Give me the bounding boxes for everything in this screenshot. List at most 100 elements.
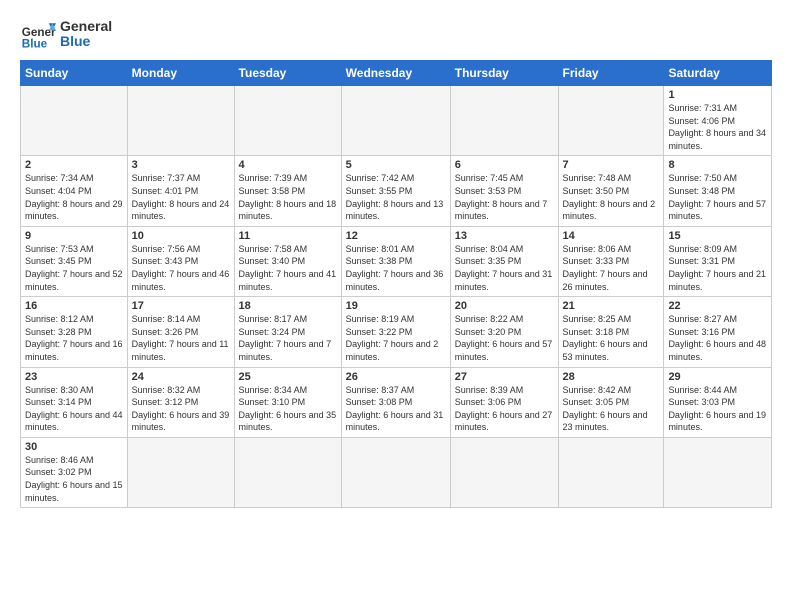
calendar-cell: 5Sunrise: 7:42 AM Sunset: 3:55 PM Daylig… (341, 156, 450, 226)
day-number: 7 (563, 159, 660, 171)
day-number: 28 (563, 371, 660, 383)
col-header-sunday: Sunday (21, 61, 128, 86)
logo: General Blue General Blue (20, 16, 112, 52)
calendar-cell: 14Sunrise: 8:06 AM Sunset: 3:33 PM Dayli… (558, 226, 664, 296)
svg-text:Blue: Blue (22, 38, 48, 51)
day-number: 19 (346, 300, 446, 312)
calendar-cell: 7Sunrise: 7:48 AM Sunset: 3:50 PM Daylig… (558, 156, 664, 226)
day-number: 11 (239, 230, 337, 242)
calendar-cell: 2Sunrise: 7:34 AM Sunset: 4:04 PM Daylig… (21, 156, 128, 226)
calendar-cell: 19Sunrise: 8:19 AM Sunset: 3:22 PM Dayli… (341, 297, 450, 367)
calendar-cell: 22Sunrise: 8:27 AM Sunset: 3:16 PM Dayli… (664, 297, 772, 367)
calendar-cell (21, 86, 128, 156)
logo-general-text: General (60, 19, 112, 34)
calendar-cell (664, 437, 772, 507)
day-number: 12 (346, 230, 446, 242)
calendar-cell (341, 437, 450, 507)
calendar-cell (558, 86, 664, 156)
day-info: Sunrise: 8:30 AM Sunset: 3:14 PM Dayligh… (25, 384, 123, 434)
col-header-tuesday: Tuesday (234, 61, 341, 86)
day-number: 9 (25, 230, 123, 242)
calendar-cell: 10Sunrise: 7:56 AM Sunset: 3:43 PM Dayli… (127, 226, 234, 296)
day-number: 17 (132, 300, 230, 312)
day-info: Sunrise: 8:25 AM Sunset: 3:18 PM Dayligh… (563, 313, 660, 363)
calendar-cell: 18Sunrise: 8:17 AM Sunset: 3:24 PM Dayli… (234, 297, 341, 367)
calendar-cell (127, 437, 234, 507)
calendar-cell: 25Sunrise: 8:34 AM Sunset: 3:10 PM Dayli… (234, 367, 341, 437)
calendar-cell (341, 86, 450, 156)
day-number: 2 (25, 159, 123, 171)
calendar-cell: 30Sunrise: 8:46 AM Sunset: 3:02 PM Dayli… (21, 437, 128, 507)
day-info: Sunrise: 8:42 AM Sunset: 3:05 PM Dayligh… (563, 384, 660, 434)
day-info: Sunrise: 7:58 AM Sunset: 3:40 PM Dayligh… (239, 243, 337, 293)
calendar-cell: 3Sunrise: 7:37 AM Sunset: 4:01 PM Daylig… (127, 156, 234, 226)
day-number: 14 (563, 230, 660, 242)
day-number: 24 (132, 371, 230, 383)
day-number: 23 (25, 371, 123, 383)
calendar-cell: 26Sunrise: 8:37 AM Sunset: 3:08 PM Dayli… (341, 367, 450, 437)
day-info: Sunrise: 7:34 AM Sunset: 4:04 PM Dayligh… (25, 172, 123, 222)
day-info: Sunrise: 7:31 AM Sunset: 4:06 PM Dayligh… (668, 102, 767, 152)
day-number: 30 (25, 441, 123, 453)
day-info: Sunrise: 7:37 AM Sunset: 4:01 PM Dayligh… (132, 172, 230, 222)
calendar-cell: 12Sunrise: 8:01 AM Sunset: 3:38 PM Dayli… (341, 226, 450, 296)
calendar-cell: 9Sunrise: 7:53 AM Sunset: 3:45 PM Daylig… (21, 226, 128, 296)
calendar-cell (234, 437, 341, 507)
col-header-monday: Monday (127, 61, 234, 86)
day-info: Sunrise: 8:44 AM Sunset: 3:03 PM Dayligh… (668, 384, 767, 434)
calendar-cell (558, 437, 664, 507)
day-number: 4 (239, 159, 337, 171)
calendar-cell: 8Sunrise: 7:50 AM Sunset: 3:48 PM Daylig… (664, 156, 772, 226)
day-info: Sunrise: 8:09 AM Sunset: 3:31 PM Dayligh… (668, 243, 767, 293)
calendar: SundayMondayTuesdayWednesdayThursdayFrid… (20, 60, 772, 508)
day-info: Sunrise: 7:56 AM Sunset: 3:43 PM Dayligh… (132, 243, 230, 293)
day-info: Sunrise: 7:42 AM Sunset: 3:55 PM Dayligh… (346, 172, 446, 222)
calendar-cell: 15Sunrise: 8:09 AM Sunset: 3:31 PM Dayli… (664, 226, 772, 296)
day-info: Sunrise: 8:06 AM Sunset: 3:33 PM Dayligh… (563, 243, 660, 293)
day-number: 29 (668, 371, 767, 383)
calendar-cell (450, 437, 558, 507)
day-number: 5 (346, 159, 446, 171)
calendar-cell: 21Sunrise: 8:25 AM Sunset: 3:18 PM Dayli… (558, 297, 664, 367)
col-header-wednesday: Wednesday (341, 61, 450, 86)
day-info: Sunrise: 8:19 AM Sunset: 3:22 PM Dayligh… (346, 313, 446, 363)
day-info: Sunrise: 8:37 AM Sunset: 3:08 PM Dayligh… (346, 384, 446, 434)
day-number: 20 (455, 300, 554, 312)
day-info: Sunrise: 8:32 AM Sunset: 3:12 PM Dayligh… (132, 384, 230, 434)
day-number: 16 (25, 300, 123, 312)
day-info: Sunrise: 7:48 AM Sunset: 3:50 PM Dayligh… (563, 172, 660, 222)
calendar-cell: 1Sunrise: 7:31 AM Sunset: 4:06 PM Daylig… (664, 86, 772, 156)
day-info: Sunrise: 7:50 AM Sunset: 3:48 PM Dayligh… (668, 172, 767, 222)
day-number: 8 (668, 159, 767, 171)
calendar-cell (450, 86, 558, 156)
day-number: 25 (239, 371, 337, 383)
day-info: Sunrise: 8:14 AM Sunset: 3:26 PM Dayligh… (132, 313, 230, 363)
col-header-thursday: Thursday (450, 61, 558, 86)
header: General Blue General Blue (20, 16, 772, 52)
calendar-cell: 11Sunrise: 7:58 AM Sunset: 3:40 PM Dayli… (234, 226, 341, 296)
day-info: Sunrise: 7:39 AM Sunset: 3:58 PM Dayligh… (239, 172, 337, 222)
logo-icon: General Blue (20, 16, 56, 52)
page: General Blue General Blue SundayMondayTu… (0, 0, 792, 612)
day-number: 26 (346, 371, 446, 383)
day-number: 3 (132, 159, 230, 171)
day-info: Sunrise: 8:01 AM Sunset: 3:38 PM Dayligh… (346, 243, 446, 293)
day-number: 10 (132, 230, 230, 242)
calendar-cell: 24Sunrise: 8:32 AM Sunset: 3:12 PM Dayli… (127, 367, 234, 437)
calendar-cell: 6Sunrise: 7:45 AM Sunset: 3:53 PM Daylig… (450, 156, 558, 226)
logo-blue-text: Blue (60, 34, 112, 49)
day-info: Sunrise: 8:39 AM Sunset: 3:06 PM Dayligh… (455, 384, 554, 434)
day-number: 27 (455, 371, 554, 383)
calendar-cell (127, 86, 234, 156)
calendar-cell: 16Sunrise: 8:12 AM Sunset: 3:28 PM Dayli… (21, 297, 128, 367)
calendar-cell: 29Sunrise: 8:44 AM Sunset: 3:03 PM Dayli… (664, 367, 772, 437)
calendar-cell (234, 86, 341, 156)
day-number: 13 (455, 230, 554, 242)
day-info: Sunrise: 8:34 AM Sunset: 3:10 PM Dayligh… (239, 384, 337, 434)
day-number: 1 (668, 89, 767, 101)
day-number: 6 (455, 159, 554, 171)
calendar-cell: 23Sunrise: 8:30 AM Sunset: 3:14 PM Dayli… (21, 367, 128, 437)
day-number: 18 (239, 300, 337, 312)
day-number: 21 (563, 300, 660, 312)
calendar-cell: 17Sunrise: 8:14 AM Sunset: 3:26 PM Dayli… (127, 297, 234, 367)
